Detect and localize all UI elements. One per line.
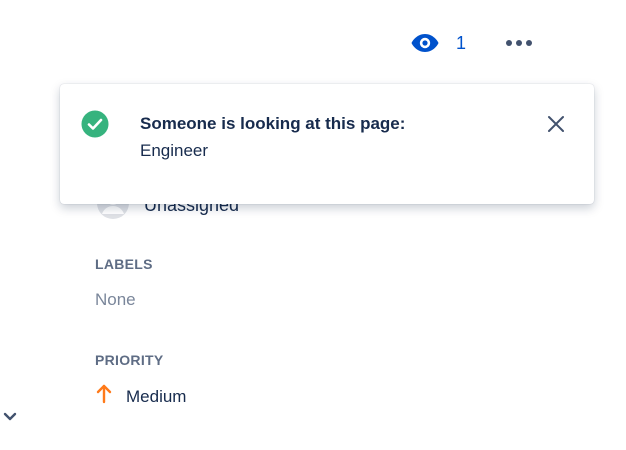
close-icon xyxy=(548,116,564,132)
more-actions-button[interactable] xyxy=(505,36,533,50)
priority-field[interactable]: Medium xyxy=(96,384,186,409)
presence-flag: Someone is looking at this page: Enginee… xyxy=(60,84,594,204)
flag-close-button[interactable] xyxy=(544,112,568,136)
arrow-up-icon xyxy=(96,384,112,409)
collapse-button[interactable] xyxy=(3,410,17,422)
flag-title: Someone is looking at this page: xyxy=(140,114,406,133)
issue-sidebar: 1 Unassigned LABELS None PRIORITY Medium… xyxy=(0,0,626,450)
priority-heading: PRIORITY xyxy=(95,352,164,368)
priority-value: Medium xyxy=(126,386,187,406)
chevron-down-icon xyxy=(3,412,17,421)
labels-heading: LABELS xyxy=(95,256,153,272)
more-horizontal-icon xyxy=(506,40,532,46)
check-circle-icon xyxy=(81,110,109,138)
eye-icon xyxy=(410,32,440,54)
watcher-count: 1 xyxy=(456,33,467,53)
labels-value[interactable]: None xyxy=(95,290,136,310)
watch-button[interactable]: 1 xyxy=(410,28,466,58)
flag-description: Engineer xyxy=(140,141,209,160)
